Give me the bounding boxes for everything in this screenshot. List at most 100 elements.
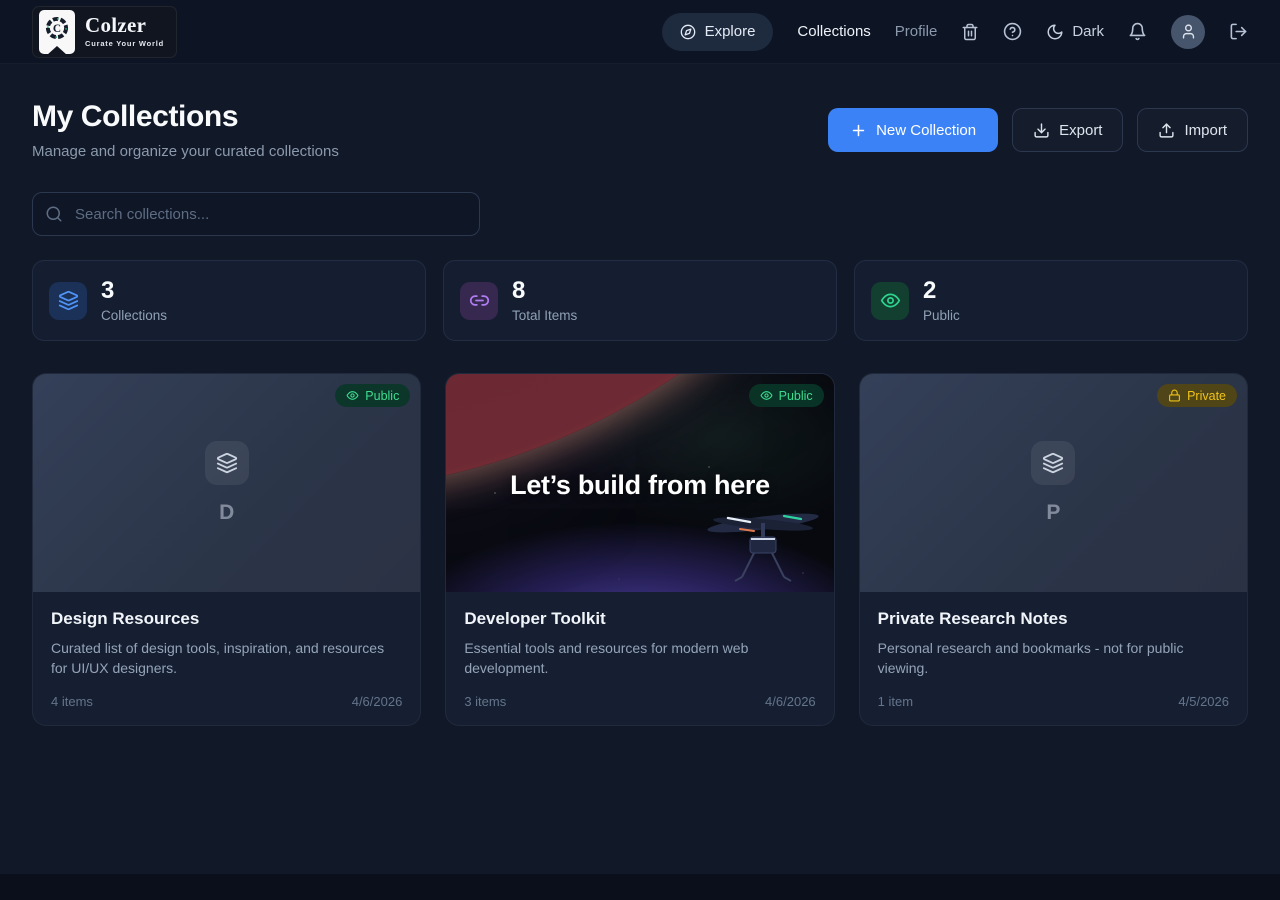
knot-icon: C: [44, 15, 70, 41]
help-circle-icon: [1003, 22, 1022, 41]
search-input[interactable]: [32, 192, 480, 236]
stat-label: Collections: [101, 308, 167, 323]
lock-icon: [1168, 389, 1181, 402]
collection-banner: P Private: [860, 374, 1247, 592]
visibility-badge: Public: [335, 384, 410, 407]
collection-card-body: Developer Toolkit Essential tools and re…: [446, 592, 833, 725]
collections-grid: D Public Design Resources Curated list o…: [32, 373, 1248, 726]
stat-value: 8: [512, 278, 577, 304]
theme-label: Dark: [1072, 23, 1104, 40]
logo-bookmark-icon: C: [39, 10, 75, 54]
stats-row: 3 Collections 8 Total Items 2: [32, 260, 1248, 341]
stat-card-total-items: 8 Total Items: [443, 260, 837, 341]
badge-label: Private: [1187, 389, 1226, 403]
brand-name: Colzer: [85, 15, 164, 36]
page-subtitle: Manage and organize your curated collect…: [32, 143, 339, 160]
stat-text: 3 Collections: [101, 278, 167, 322]
trash-icon: [961, 23, 979, 41]
stat-text: 2 Public: [923, 278, 960, 322]
nav-item-explore[interactable]: Explore: [662, 13, 774, 51]
new-collection-button[interactable]: New Collection: [828, 108, 998, 152]
logout-icon: [1229, 22, 1248, 41]
stat-label: Public: [923, 308, 960, 323]
stat-text: 8 Total Items: [512, 278, 577, 322]
collection-description: Curated list of design tools, inspiratio…: [51, 638, 402, 679]
collection-description: Essential tools and resources for modern…: [464, 638, 815, 679]
page-title-block: My Collections Manage and organize your …: [32, 100, 339, 160]
layers-icon: [205, 441, 249, 485]
logout-button[interactable]: [1229, 22, 1248, 41]
compass-icon: [680, 24, 696, 40]
collection-card-developer-toolkit[interactable]: Let’s build from here: [445, 373, 834, 726]
upload-icon: [1158, 122, 1175, 139]
footer-strip: [0, 874, 1280, 900]
page-title: My Collections: [32, 100, 339, 134]
top-nav: C Colzer Curate Your World Explore Colle…: [0, 0, 1280, 64]
stat-value: 3: [101, 278, 167, 304]
brand-tagline: Curate Your World: [85, 40, 164, 48]
layers-icon: [49, 282, 87, 320]
header-actions: New Collection Export Import: [828, 108, 1248, 152]
badge-label: Public: [779, 389, 813, 403]
stat-card-collections: 3 Collections: [32, 260, 426, 341]
theme-toggle[interactable]: Dark: [1046, 23, 1104, 41]
collection-card-body: Private Research Notes Personal research…: [860, 592, 1247, 725]
collection-title: Design Resources: [51, 609, 402, 629]
collection-item-count: 1 item: [878, 694, 913, 709]
stat-card-public: 2 Public: [854, 260, 1248, 341]
collection-meta: 1 item 4/5/2026: [878, 694, 1229, 709]
visibility-badge: Private: [1157, 384, 1237, 407]
collection-initial: P: [1046, 501, 1060, 525]
eye-icon: [346, 389, 359, 402]
search-bar: [32, 192, 480, 236]
layers-icon: [1031, 441, 1075, 485]
nav-item-collections[interactable]: Collections: [797, 23, 870, 40]
export-label: Export: [1059, 122, 1102, 139]
plus-icon: [850, 122, 867, 139]
collection-banner: D Public: [33, 374, 420, 592]
logo-text: Colzer Curate Your World: [85, 15, 164, 48]
visibility-badge: Public: [749, 384, 824, 407]
main-content: My Collections Manage and organize your …: [0, 64, 1280, 874]
import-button[interactable]: Import: [1137, 108, 1248, 152]
new-collection-label: New Collection: [876, 122, 976, 139]
bell-icon: [1128, 22, 1147, 41]
badge-label: Public: [365, 389, 399, 403]
user-avatar[interactable]: [1171, 15, 1205, 49]
stat-value: 2: [923, 278, 960, 304]
export-button[interactable]: Export: [1012, 108, 1123, 152]
nav-actions: Explore Collections Profile Dark: [662, 13, 1248, 51]
collection-item-count: 4 items: [51, 694, 93, 709]
brand-logo[interactable]: C Colzer Curate Your World: [32, 6, 177, 58]
svg-text:C: C: [53, 23, 61, 35]
download-icon: [1033, 122, 1050, 139]
collection-initial: D: [219, 501, 234, 525]
explore-label: Explore: [705, 23, 756, 40]
collection-meta: 4 items 4/6/2026: [51, 694, 402, 709]
search-icon: [45, 205, 63, 223]
helicopter-graphic: [688, 495, 834, 590]
collection-title: Developer Toolkit: [464, 609, 815, 629]
page-header: My Collections Manage and organize your …: [32, 100, 1248, 160]
nav-item-profile[interactable]: Profile: [895, 23, 938, 40]
collection-banner-image: Let’s build from here: [446, 374, 833, 592]
eye-icon: [760, 389, 773, 402]
collection-item-count: 3 items: [464, 694, 506, 709]
trash-button[interactable]: [961, 23, 979, 41]
link-icon: [460, 282, 498, 320]
import-label: Import: [1184, 122, 1227, 139]
collection-date: 4/6/2026: [352, 694, 403, 709]
user-icon: [1180, 23, 1197, 40]
collection-card-body: Design Resources Curated list of design …: [33, 592, 420, 725]
collection-description: Personal research and bookmarks - not fo…: [878, 638, 1229, 679]
collection-date: 4/5/2026: [1178, 694, 1229, 709]
help-button[interactable]: [1003, 22, 1022, 41]
moon-icon: [1046, 23, 1064, 41]
collection-card-design-resources[interactable]: D Public Design Resources Curated list o…: [32, 373, 421, 726]
collection-card-private-research-notes[interactable]: P Private Private Research Notes Persona…: [859, 373, 1248, 726]
stat-label: Total Items: [512, 308, 577, 323]
notifications-button[interactable]: [1128, 22, 1147, 41]
collection-meta: 3 items 4/6/2026: [464, 694, 815, 709]
collection-title: Private Research Notes: [878, 609, 1229, 629]
eye-icon: [871, 282, 909, 320]
